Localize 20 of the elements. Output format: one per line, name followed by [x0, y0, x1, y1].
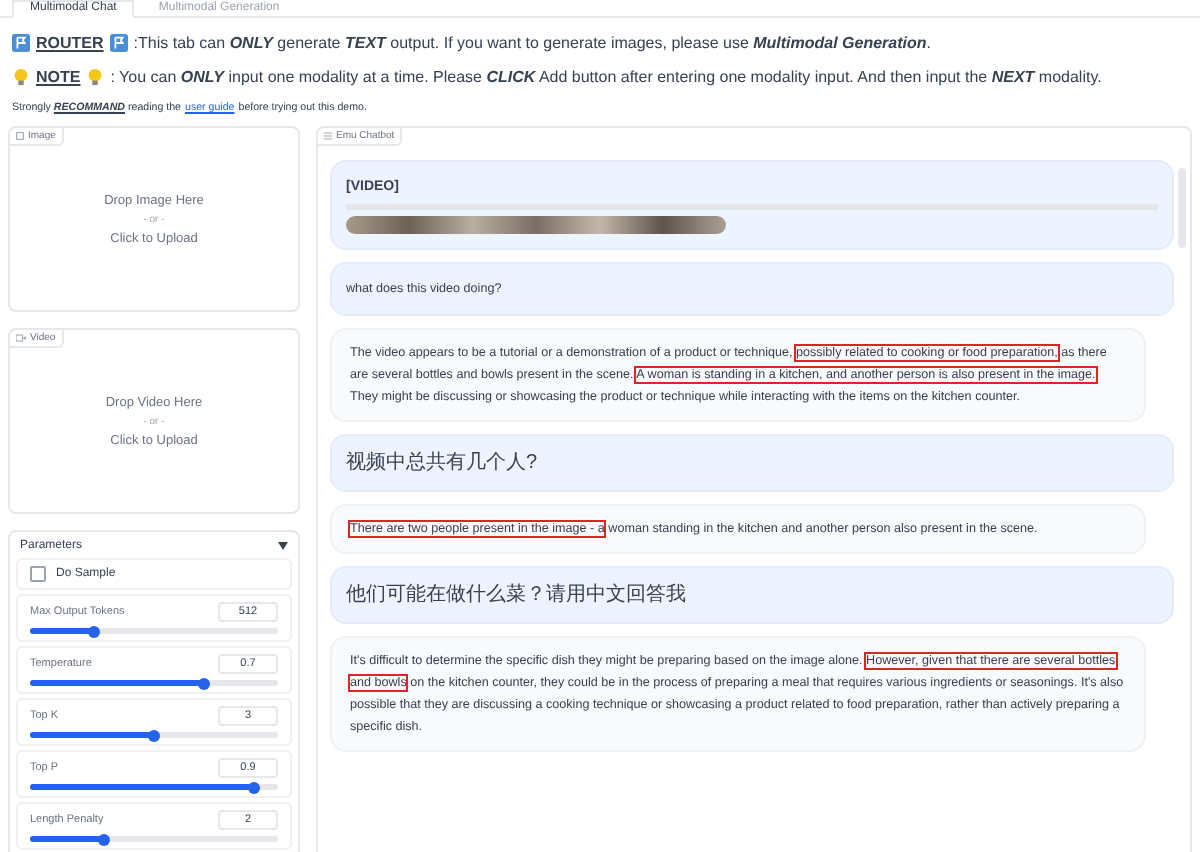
slider[interactable] — [30, 836, 105, 842]
notice-label: NOTE — [36, 68, 81, 86]
caret-icon — [278, 542, 288, 550]
slider[interactable] — [30, 628, 95, 634]
image-icon — [16, 132, 24, 140]
slider[interactable] — [30, 784, 254, 790]
slider[interactable] — [30, 680, 204, 686]
notice-text: :This tab can ONLY generate TEXT output. If you want to generate images, please use Multimodal Generation. — [133, 34, 932, 52]
slider[interactable] — [30, 732, 154, 738]
lightbulb-icon — [12, 68, 30, 86]
checkbox[interactable] — [30, 566, 46, 582]
notice-label: ROUTER — [36, 34, 104, 52]
video-icon — [16, 334, 26, 342]
notice-text: : You can ONLY input one modality at a time. Please CLICK Add button after entering one modality input. And then input the NEXT modality. — [110, 68, 1102, 86]
user-message: 视频中总共有几个人? — [330, 434, 1174, 492]
user-message: 他们可能在做什么菜？请用中文回答我 — [330, 566, 1174, 624]
flag-icon — [109, 34, 128, 52]
lightbulb-icon — [86, 68, 105, 86]
flag-icon — [12, 34, 30, 52]
chat-icon — [324, 132, 332, 140]
